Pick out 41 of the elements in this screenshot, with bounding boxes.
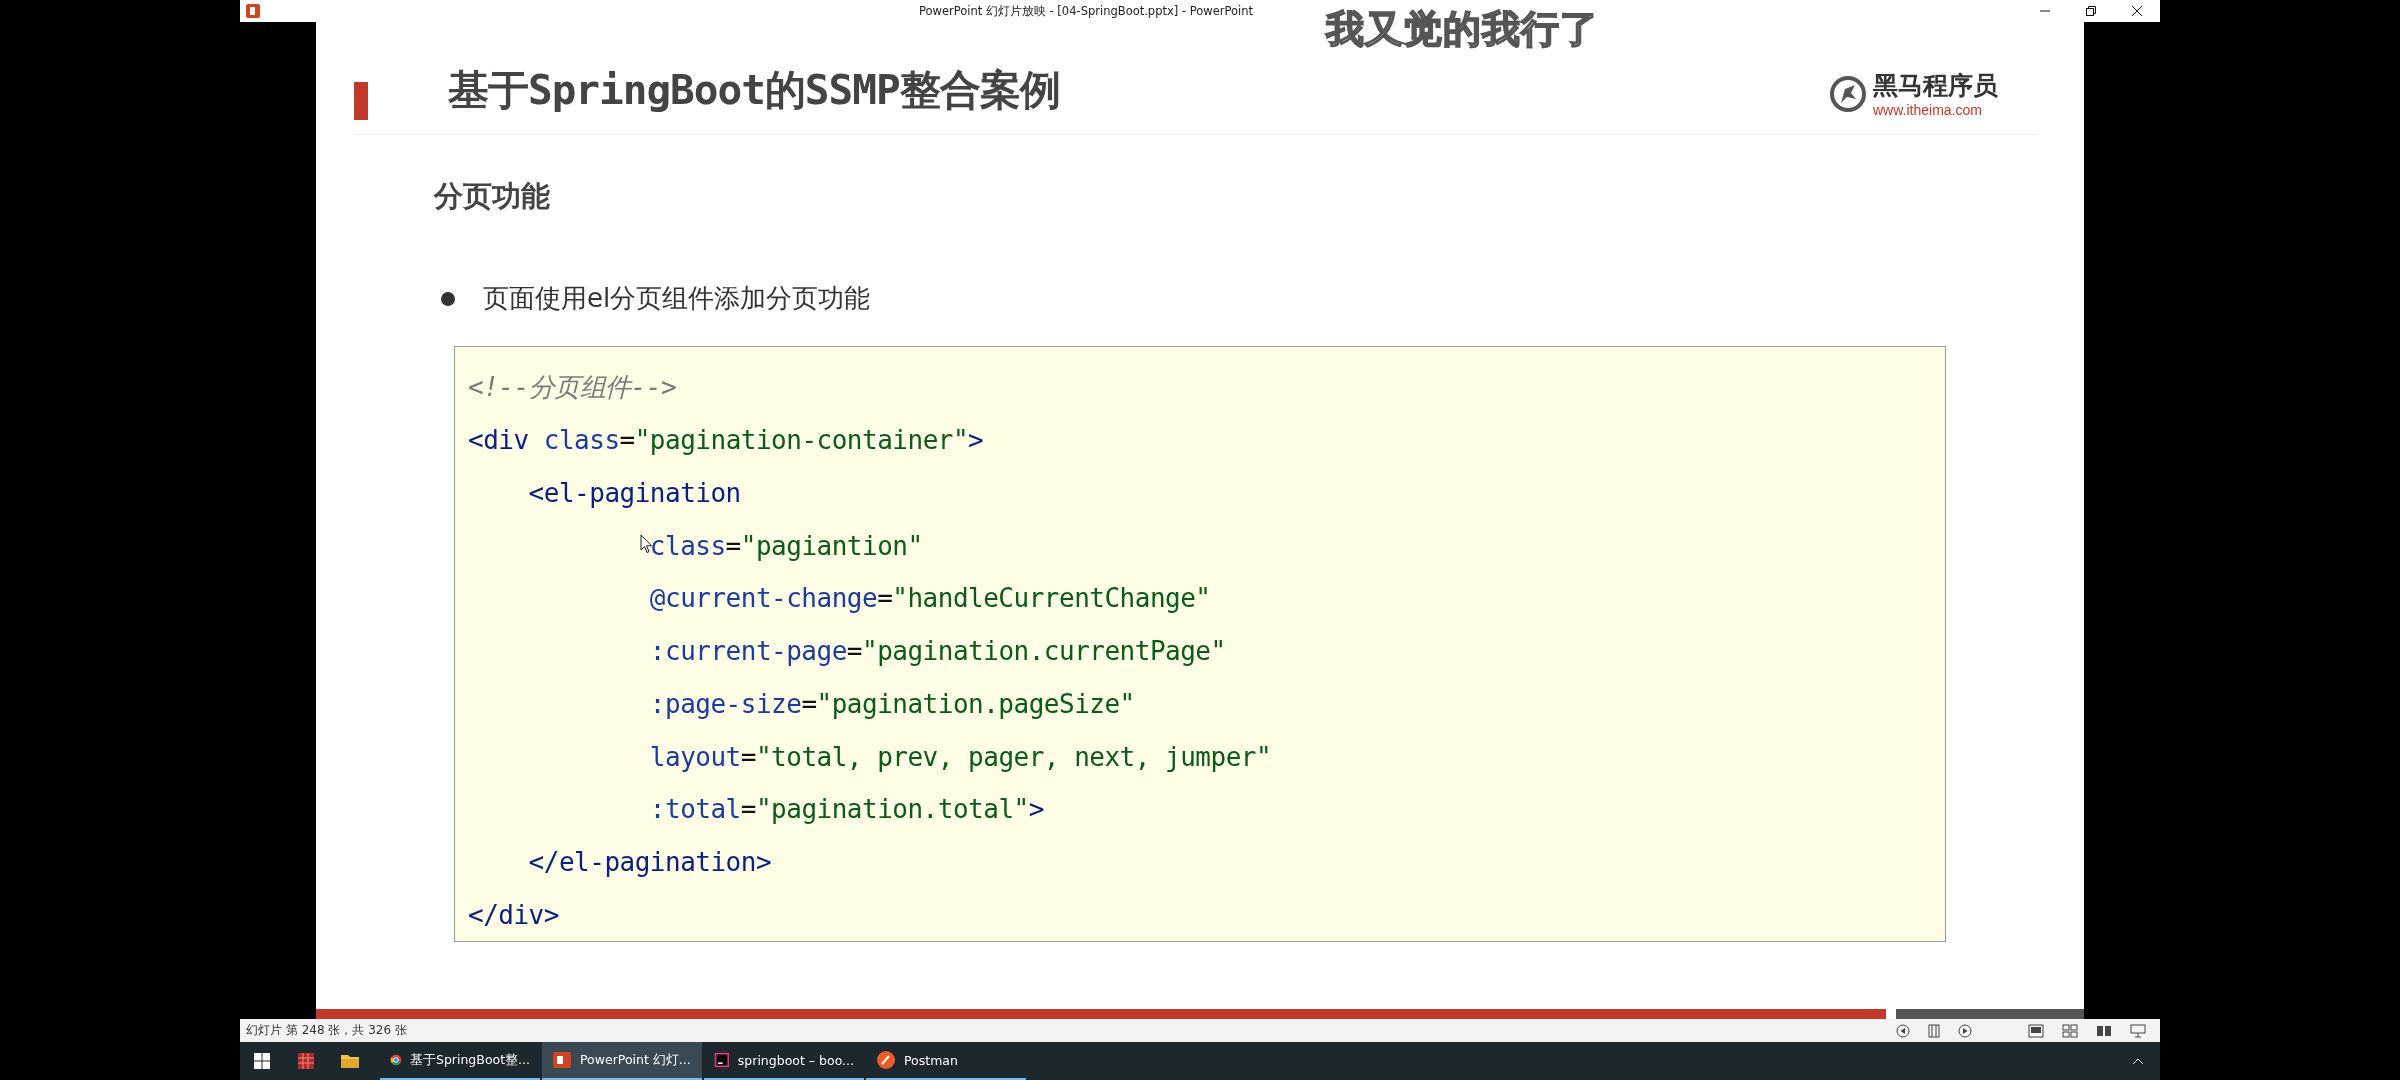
- code-line: class="pagiantion": [468, 519, 1945, 572]
- restore-icon: [2086, 6, 2096, 16]
- taskbar-task[interactable]: springboot – boo...: [704, 1042, 864, 1080]
- code-line: <el-pagination: [527, 476, 742, 510]
- code-line: </el-pagination>: [527, 845, 773, 879]
- folder-icon: [340, 1052, 360, 1070]
- normal-view-icon[interactable]: [2028, 1023, 2044, 1038]
- slide-counter: 幻灯片 第 248 张，共 326 张: [246, 1022, 407, 1039]
- video-subtitle: 我又觉的我行了: [1326, 6, 1599, 53]
- logo-url: www.itheima.com: [1873, 102, 1983, 118]
- grid-view-icon[interactable]: [2062, 1023, 2078, 1038]
- previous-icon[interactable]: [1896, 1023, 1910, 1038]
- slide-title: 基于SpringBoot的SSMP整合案例: [448, 65, 1060, 116]
- taskbar-task[interactable]: PowerPoint 幻灯...: [542, 1042, 702, 1080]
- windows-logo-icon: [254, 1053, 270, 1069]
- code-line: <div class="pagination-container">: [468, 424, 985, 458]
- code-line: @current-change="handleCurrentChange": [648, 582, 1212, 616]
- slide-app-icon: [552, 1050, 572, 1070]
- bullet-icon: [441, 291, 455, 306]
- taskbar-task[interactable]: 基于SpringBoot整...: [380, 1042, 540, 1080]
- next-icon[interactable]: [1958, 1023, 1972, 1038]
- window-title: PowerPoint 幻灯片放映 - [04-SpringBoot.pptx] - PowerPoint: [918, 3, 1254, 19]
- code-line: layout="total, prev, pager, next, jumper": [648, 740, 1273, 774]
- bullet-text: 页面使用el分页组件添加分页功能: [483, 282, 871, 315]
- close-icon: [2132, 6, 2142, 16]
- slash-circle-icon: [876, 1050, 896, 1070]
- grid-icon: [296, 1051, 316, 1071]
- accent-bar: [354, 82, 368, 120]
- ide-app-icon: [714, 1050, 730, 1070]
- code-line: </div>: [468, 898, 560, 932]
- code-line: :page-size="pagination.pageSize": [648, 687, 1136, 721]
- menu-icon[interactable]: [1928, 1023, 1940, 1038]
- code-line: <!--分页组件-->: [468, 370, 678, 404]
- section-heading: 分页功能: [434, 178, 551, 215]
- book-icon[interactable]: [2096, 1023, 2112, 1038]
- code-line: :current-page="pagination.currentPage": [648, 635, 1227, 669]
- code-line: :total="pagination.total">: [648, 793, 1045, 827]
- projector-icon[interactable]: [2130, 1023, 2146, 1038]
- logo-name: 黑马程序员: [1873, 70, 1998, 102]
- taskbar-task[interactable]: Postman: [866, 1042, 1026, 1080]
- slide-app-icon: [246, 4, 260, 18]
